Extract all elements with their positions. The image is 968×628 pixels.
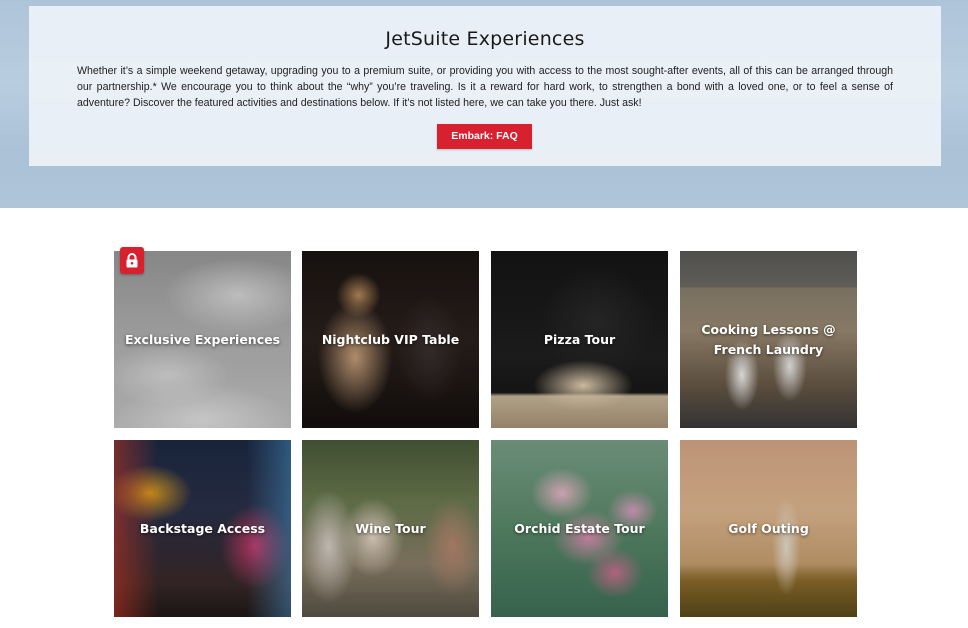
- experience-tile-pizza-tour[interactable]: Pizza Tour: [491, 251, 668, 428]
- intro-panel: JetSuite Experiences Whether it’s a simp…: [29, 6, 941, 166]
- experience-tile-nightclub-vip-table[interactable]: Nightclub VIP Table: [302, 251, 479, 428]
- experience-tile-golf-outing[interactable]: Golf Outing: [680, 440, 857, 617]
- embark-faq-button[interactable]: Embark: FAQ: [437, 124, 532, 149]
- tile-label: Golf Outing: [728, 520, 809, 536]
- experience-tile-cooking-lessons[interactable]: Cooking Lessons @ French Laundry: [680, 251, 857, 428]
- tile-label: Exclusive Experiences: [124, 331, 281, 347]
- page-title: JetSuite Experiences: [385, 28, 585, 50]
- experience-tile-orchid-estate-tour[interactable]: Orchid Estate Tour: [491, 440, 668, 617]
- experience-tile-backstage-access[interactable]: Backstage Access: [114, 440, 291, 617]
- tile-label: Nightclub VIP Table: [321, 331, 460, 347]
- tile-label: Backstage Access: [139, 520, 266, 536]
- tile-label: Pizza Tour: [543, 331, 616, 347]
- experience-tile-exclusive-experiences[interactable]: Exclusive Experiences: [114, 251, 291, 428]
- experience-tile-wine-tour[interactable]: Wine Tour: [302, 440, 479, 617]
- hero-banner: JetSuite Experiences Whether it’s a simp…: [0, 0, 968, 208]
- intro-description: Whether it’s a simple weekend getaway, u…: [77, 65, 893, 109]
- lock-icon: [120, 247, 144, 274]
- tile-label: Cooking Lessons @ French Laundry: [701, 321, 836, 357]
- tile-label: Orchid Estate Tour: [514, 520, 645, 536]
- tile-label: Wine Tour: [355, 520, 426, 536]
